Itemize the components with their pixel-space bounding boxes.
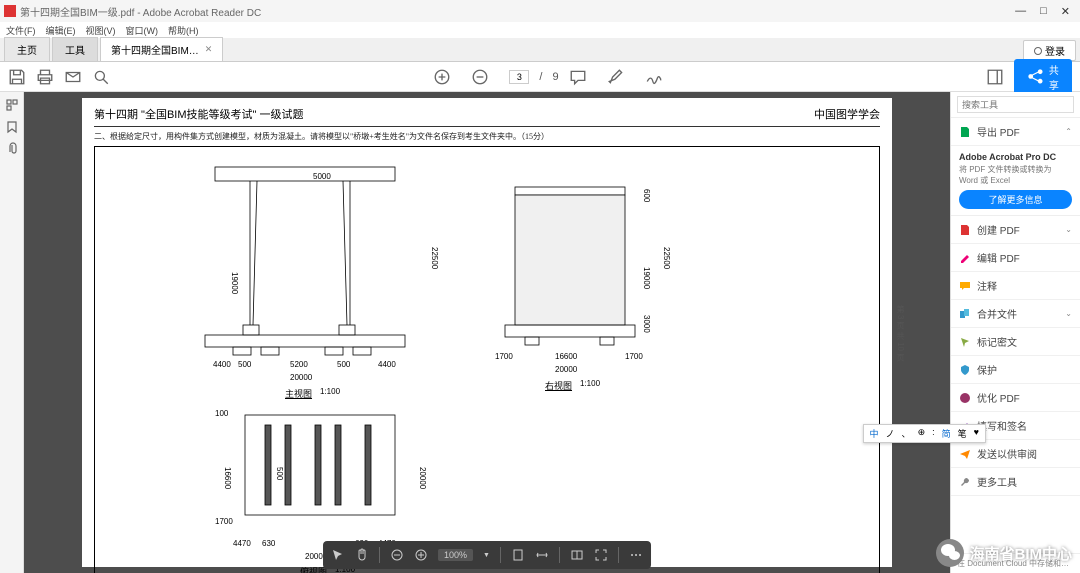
page-sep: / [539, 71, 542, 83]
window-title: 第十四期全国BIM一级.pdf - Adobe Acrobat Reader D… [20, 4, 1015, 19]
print-icon[interactable] [36, 68, 54, 86]
thumbnails-icon[interactable] [5, 98, 19, 112]
fit-width-icon[interactable] [535, 548, 549, 562]
create-icon [959, 224, 971, 236]
bookmark-icon[interactable] [5, 120, 19, 134]
panel-toggle-icon[interactable] [986, 68, 1004, 86]
optimize-item[interactable]: 优化 PDF [951, 384, 1080, 412]
more-icon[interactable] [629, 548, 643, 562]
combine-item[interactable]: 合并文件⌄ [951, 300, 1080, 328]
doc-title-right: 中国图学学会 [814, 106, 880, 122]
fit-page-icon[interactable] [511, 548, 525, 562]
app-icon [4, 5, 16, 17]
plan-drawing [235, 405, 405, 560]
doc-title-left: 第十四期 "全国BIM技能等级考试" 一级试题 [94, 106, 303, 122]
tab-document[interactable]: 第十四期全国BIM… ✕ [100, 37, 223, 61]
ft-zoom-out-icon[interactable] [390, 548, 404, 562]
hand-tool-icon[interactable] [355, 548, 369, 562]
comment-icon[interactable] [569, 68, 587, 86]
redact-icon [959, 336, 971, 348]
floating-toolbar: 100% ▼ [323, 541, 651, 569]
menu-window[interactable]: 窗口(W) [126, 24, 159, 37]
send-review-item[interactable]: 发送以供审阅 [951, 440, 1080, 468]
protect-item[interactable]: 保护 [951, 356, 1080, 384]
zoom-out-icon[interactable] [471, 68, 489, 86]
tab-tools[interactable]: 工具 [52, 37, 98, 61]
promo-desc: 将 PDF 文件转换或转换为 Word 或 Excel [959, 164, 1072, 186]
select-tool-icon[interactable] [331, 548, 345, 562]
send-icon [959, 448, 971, 460]
close-button[interactable]: ✕ [1061, 5, 1070, 18]
ime-toolbar[interactable]: 中 ノ 、 ⊕ : 简 笔 ♥ [863, 424, 986, 443]
promo-title: Adobe Acrobat Pro DC [959, 152, 1072, 162]
tab-document-label: 第十四期全国BIM… [111, 42, 199, 57]
sign-icon[interactable] [645, 68, 663, 86]
login-button[interactable]: 登录 [1023, 40, 1076, 61]
wechat-icon [936, 539, 964, 567]
promo-button[interactable]: 了解更多信息 [959, 190, 1072, 209]
organize-item[interactable]: 标记密文 [951, 328, 1080, 356]
comment-item[interactable]: 注释 [951, 272, 1080, 300]
menu-view[interactable]: 视图(V) [86, 24, 116, 37]
combine-icon [959, 308, 971, 320]
export-pdf-item[interactable]: 导出 PDF ⌃ [951, 118, 1080, 146]
page-total: 9 [552, 71, 558, 83]
front-elevation-drawing [195, 157, 415, 387]
chevron-up-icon: ⌃ [1065, 127, 1072, 136]
search-icon[interactable] [92, 68, 110, 86]
drawing-frame: 5000 19000 22500 4400 500 5200 500 4400 … [94, 146, 880, 573]
edit-icon [959, 252, 971, 264]
export-icon [959, 126, 971, 138]
menu-help[interactable]: 帮助(H) [168, 24, 199, 37]
shield-icon [959, 364, 971, 376]
zoom-in-icon[interactable] [433, 68, 451, 86]
user-icon [1034, 47, 1042, 55]
minimize-button[interactable]: — [1015, 5, 1026, 18]
optimize-icon [959, 392, 971, 404]
fullscreen-icon[interactable] [594, 548, 608, 562]
highlight-icon[interactable] [607, 68, 625, 86]
wechat-watermark: 海南省BIM中心 [936, 539, 1073, 567]
page-current-input[interactable] [509, 70, 529, 84]
page-number-side: 第 3 页 共 10 页 [895, 304, 906, 360]
tools-search-input[interactable] [957, 96, 1074, 113]
read-mode-icon[interactable] [570, 548, 584, 562]
tab-close-icon[interactable]: ✕ [205, 44, 213, 55]
share-button[interactable]: 共享 [1014, 59, 1072, 95]
question-text: 二、根据给定尺寸，用构件集方式创建模型，材质为混凝土。请将模型以"桥墩+考生姓名… [94, 131, 880, 142]
wechat-label: 海南省BIM中心 [970, 543, 1073, 564]
maximize-button[interactable]: □ [1040, 5, 1047, 18]
ft-zoom-in-icon[interactable] [414, 548, 428, 562]
wrench-icon [959, 476, 971, 488]
mail-icon[interactable] [64, 68, 82, 86]
menu-file[interactable]: 文件(F) [6, 24, 36, 37]
tab-home[interactable]: 主页 [4, 37, 50, 61]
comment-tool-icon [959, 280, 971, 292]
share-label: 共享 [1049, 62, 1060, 92]
save-icon[interactable] [8, 68, 26, 86]
pdf-page: 第十四期 "全国BIM技能等级考试" 一级试题 中国图学学会 二、根据给定尺寸，… [82, 98, 892, 567]
menu-edit[interactable]: 编辑(E) [46, 24, 76, 37]
login-label: 登录 [1045, 43, 1065, 58]
attachment-icon[interactable] [5, 142, 19, 156]
create-pdf-item[interactable]: 创建 PDF⌄ [951, 216, 1080, 244]
more-tools-item[interactable]: 更多工具 [951, 468, 1080, 496]
zoom-level[interactable]: 100% [438, 549, 473, 561]
edit-pdf-item[interactable]: 编辑 PDF [951, 244, 1080, 272]
